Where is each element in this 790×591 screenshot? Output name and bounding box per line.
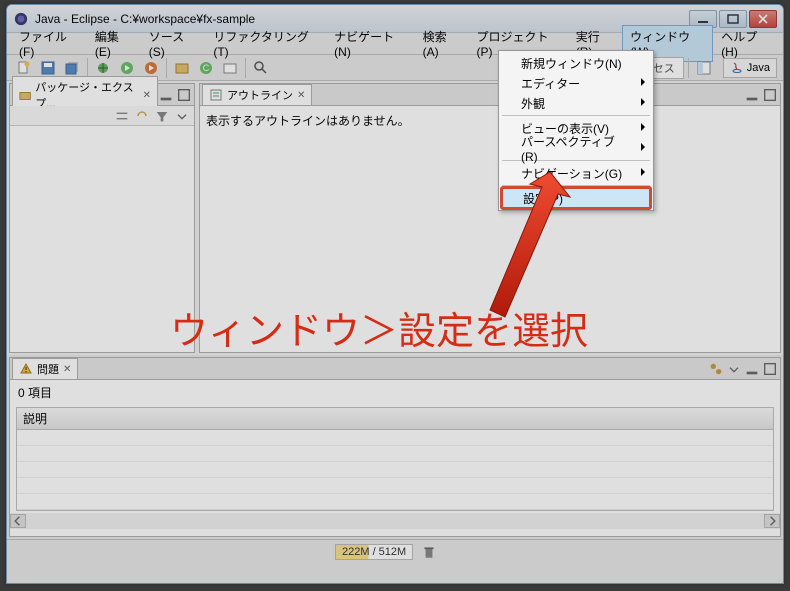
close-icon[interactable]: ✕ <box>297 90 305 101</box>
problems-view: 問題 ✕ 0 項目 説明 <box>9 357 781 537</box>
eclipse-window: Java - Eclipse - C:¥workspace¥fx-sample … <box>6 4 784 584</box>
outline-icon <box>209 88 223 102</box>
maximize-view-icon[interactable] <box>176 87 192 103</box>
perspective-java[interactable]: Java <box>723 58 777 78</box>
horizontal-scrollbar[interactable] <box>10 513 780 529</box>
menu-editor[interactable]: エディター <box>501 73 651 93</box>
collapse-all-icon[interactable] <box>114 108 130 124</box>
outline-body: 表示するアウトラインはありません。 <box>200 106 780 352</box>
link-editor-icon[interactable] <box>134 108 150 124</box>
package-icon <box>19 88 31 102</box>
view-tabstrip: アウトライン ✕ <box>200 84 780 106</box>
view-menu-icon[interactable] <box>726 361 742 377</box>
maximize-view-icon[interactable] <box>762 87 778 103</box>
table-header-description[interactable]: 説明 <box>17 408 773 430</box>
view-toolbar <box>10 106 194 126</box>
menu-new-window[interactable]: 新規ウィンドウ(N) <box>501 53 651 73</box>
tab-outline[interactable]: アウトライン ✕ <box>202 84 312 105</box>
scroll-left-icon[interactable] <box>10 514 26 528</box>
toolbar-separator <box>166 58 167 78</box>
tab-label: 問題 <box>37 361 59 377</box>
close-icon[interactable]: ✕ <box>63 364 71 375</box>
submenu-icon <box>641 78 645 86</box>
table-row <box>17 478 773 494</box>
menu-navigation[interactable]: ナビゲーション(G) <box>501 163 651 183</box>
menu-separator <box>502 115 650 116</box>
statusbar: 222M / 512M <box>7 539 783 563</box>
gc-icon[interactable] <box>421 544 437 560</box>
view-menu-icon[interactable] <box>174 108 190 124</box>
toolbar-separator <box>87 58 88 78</box>
table-row <box>17 446 773 462</box>
menu-help[interactable]: ヘルプ(H) <box>713 25 779 62</box>
filters-icon[interactable] <box>154 108 170 124</box>
menu-appearance[interactable]: 外観 <box>501 93 651 113</box>
toolbar-separator <box>245 58 246 78</box>
view-tabstrip: 問題 ✕ <box>10 358 780 380</box>
minimize-view-icon[interactable] <box>744 87 760 103</box>
package-explorer-body <box>10 126 194 352</box>
package-explorer-view: パッケージ・エクスプ... ✕ <box>9 83 195 353</box>
menu-search[interactable]: 検索(A) <box>415 25 469 62</box>
window-menu-dropdown: 新規ウィンドウ(N) エディター 外観 ビューの表示(V) パースペクティブ(R… <box>498 50 654 211</box>
submenu-icon <box>641 168 645 176</box>
svg-text:C: C <box>203 63 210 73</box>
table-row <box>17 494 773 510</box>
warning-icon <box>19 362 33 376</box>
toolbar-separator <box>688 58 689 78</box>
minimize-view-icon[interactable] <box>158 87 174 103</box>
perspective-label: Java <box>747 62 770 74</box>
new-class-icon[interactable]: C <box>195 57 217 79</box>
menu-navigate[interactable]: ナビゲート(N) <box>326 25 415 62</box>
table-body <box>17 430 773 510</box>
new-package-icon[interactable] <box>171 57 193 79</box>
table-row <box>17 430 773 446</box>
problems-table: 説明 <box>16 407 774 511</box>
outline-empty-text: 表示するアウトラインはありません。 <box>206 114 410 128</box>
maximize-view-icon[interactable] <box>762 361 778 377</box>
menu-preferences[interactable]: 設定(P) <box>500 186 652 210</box>
submenu-icon <box>641 123 645 131</box>
submenu-icon <box>641 143 645 151</box>
open-perspective-icon[interactable] <box>693 57 715 79</box>
minimize-view-icon[interactable] <box>744 361 760 377</box>
tab-problems[interactable]: 問題 ✕ <box>12 358 78 379</box>
heap-status[interactable]: 222M / 512M <box>335 544 413 560</box>
scroll-right-icon[interactable] <box>764 514 780 528</box>
problems-summary: 0 項目 <box>10 380 780 405</box>
table-row <box>17 462 773 478</box>
workspace: パッケージ・エクスプ... ✕ アウトライン <box>7 81 783 355</box>
menubar: ファイル(F) 編集(E) ソース(S) リファクタリング(T) ナビゲート(N… <box>7 33 783 55</box>
java-icon <box>730 61 744 75</box>
menu-perspective[interactable]: パースペクティブ(R) <box>501 138 651 158</box>
open-type-icon[interactable] <box>219 57 241 79</box>
window-title: Java - Eclipse - C:¥workspace¥fx-sample <box>35 12 689 26</box>
view-tabstrip: パッケージ・エクスプ... ✕ <box>10 84 194 106</box>
tab-label: アウトライン <box>227 87 293 103</box>
filters-icon[interactable] <box>708 361 724 377</box>
search-icon[interactable] <box>250 57 272 79</box>
close-icon[interactable]: ✕ <box>143 90 151 101</box>
outline-view: アウトライン ✕ 表示するアウトラインはありません。 <box>199 83 781 353</box>
submenu-icon <box>641 98 645 106</box>
